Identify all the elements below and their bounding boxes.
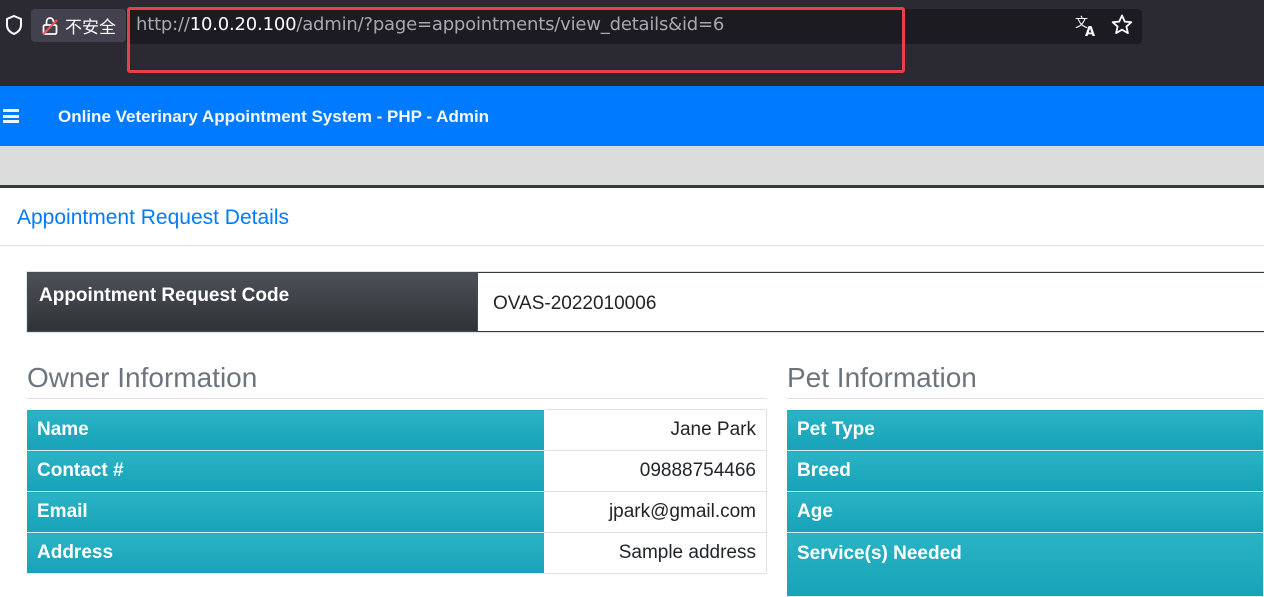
pet-info-divider xyxy=(787,398,1264,399)
pet-services-label: Service(s) Needed xyxy=(786,532,1264,597)
table-row: Address Sample address xyxy=(26,532,767,574)
pet-info-heading: Pet Information xyxy=(787,362,977,393)
pet-info-table: Pet Type Breed Age Service(s) Needed xyxy=(786,409,1264,597)
appointment-code-value: OVAS-2022010006 xyxy=(478,272,1264,332)
owner-contact-value: 09888754466 xyxy=(544,450,767,492)
appointment-code-label: Appointment Request Code xyxy=(27,272,478,332)
hamburger-icon[interactable] xyxy=(3,109,19,123)
owner-name-label: Name xyxy=(26,409,545,451)
pet-age-label: Age xyxy=(786,491,1264,533)
table-row: Name Jane Park xyxy=(26,409,767,451)
owner-address-label: Address xyxy=(26,532,545,574)
card-title: Appointment Request Details xyxy=(17,206,289,229)
table-row: Service(s) Needed xyxy=(786,532,1264,597)
shield-icon[interactable] xyxy=(4,14,24,36)
pet-type-label: Pet Type xyxy=(786,409,1264,451)
table-row: Contact # 09888754466 xyxy=(26,450,767,492)
app-title[interactable]: Online Veterinary Appointment System - P… xyxy=(58,107,489,127)
content-header-band xyxy=(0,146,1264,186)
pet-breed-label: Breed xyxy=(786,450,1264,492)
security-label: 不安全 xyxy=(65,18,116,38)
table-row: Pet Type xyxy=(786,409,1264,451)
card-top-border xyxy=(0,185,1264,188)
translate-icon[interactable]: 文 A xyxy=(1074,14,1098,38)
table-row: Age xyxy=(786,491,1264,533)
svg-text:A: A xyxy=(1085,25,1095,38)
card-header-divider xyxy=(0,245,1264,246)
owner-info-divider xyxy=(27,398,767,399)
owner-email-label: Email xyxy=(26,491,545,533)
table-row: Email jpark@gmail.com xyxy=(26,491,767,533)
lock-icon xyxy=(42,16,58,35)
owner-info-table: Name Jane Park Contact # 09888754466 Ema… xyxy=(26,409,767,574)
bookmark-star-icon[interactable] xyxy=(1110,13,1134,37)
owner-email-value: jpark@gmail.com xyxy=(544,491,767,533)
url-highlight-box xyxy=(127,7,905,73)
owner-info-heading: Owner Information xyxy=(27,362,258,393)
table-row: Breed xyxy=(786,450,1264,492)
owner-contact-label: Contact # xyxy=(26,450,545,492)
owner-address-value: Sample address xyxy=(544,532,767,574)
owner-name-value: Jane Park xyxy=(544,409,767,451)
security-indicator[interactable]: 不安全 xyxy=(31,9,126,42)
appointment-code-row: Appointment Request Code OVAS-2022010006 xyxy=(26,271,1264,333)
